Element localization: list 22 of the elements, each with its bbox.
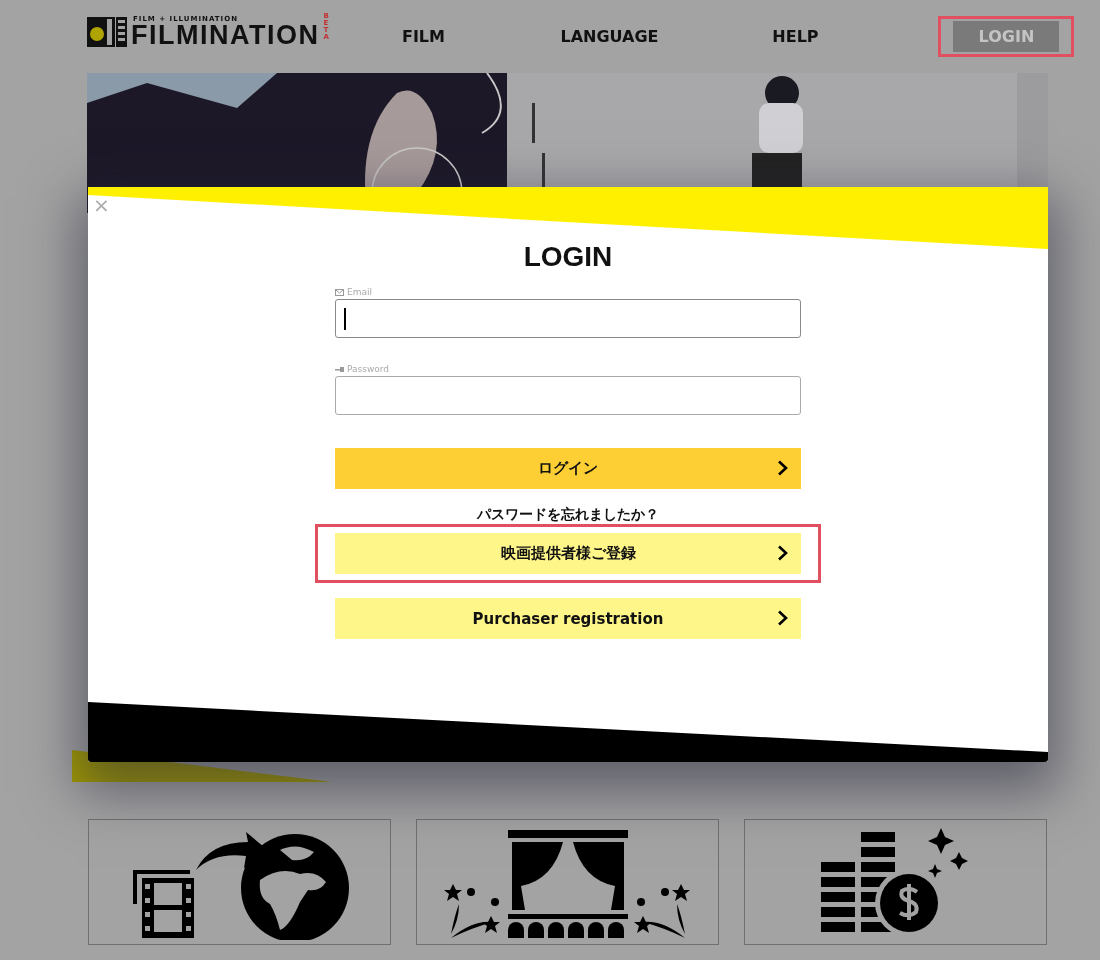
email-field[interactable] — [335, 299, 801, 338]
registration-button[interactable]: 映画提供者様ご登録 — [335, 533, 801, 574]
dialog-title: LOGIN — [522, 241, 614, 273]
key-icon — [335, 366, 344, 372]
field-label: Password — [347, 364, 390, 374]
field-label: Email — [347, 287, 372, 297]
logo-wordmark: FILMINATION — [131, 22, 320, 47]
logo-icon — [87, 16, 127, 47]
nav-link[interactable]: HELP — [702, 27, 889, 46]
chevron-icon — [777, 545, 789, 561]
chevron-icon — [777, 610, 789, 626]
nav-link[interactable]: LANGUAGE — [516, 27, 703, 46]
nav-link[interactable]: FILM — [330, 27, 517, 46]
login-submit-button[interactable]: ログイン — [335, 448, 801, 489]
feature-card[interactable] — [744, 819, 1047, 945]
password-field[interactable] — [335, 376, 801, 415]
feature-card[interactable] — [88, 819, 391, 945]
feature-card[interactable] — [416, 819, 719, 945]
envelope-icon — [335, 288, 344, 296]
registration-button[interactable]: Purchaser registration — [335, 598, 801, 639]
forgot-password-link[interactable]: パスワードを忘れましたか？ — [335, 506, 801, 524]
chevron-icon — [777, 460, 789, 476]
